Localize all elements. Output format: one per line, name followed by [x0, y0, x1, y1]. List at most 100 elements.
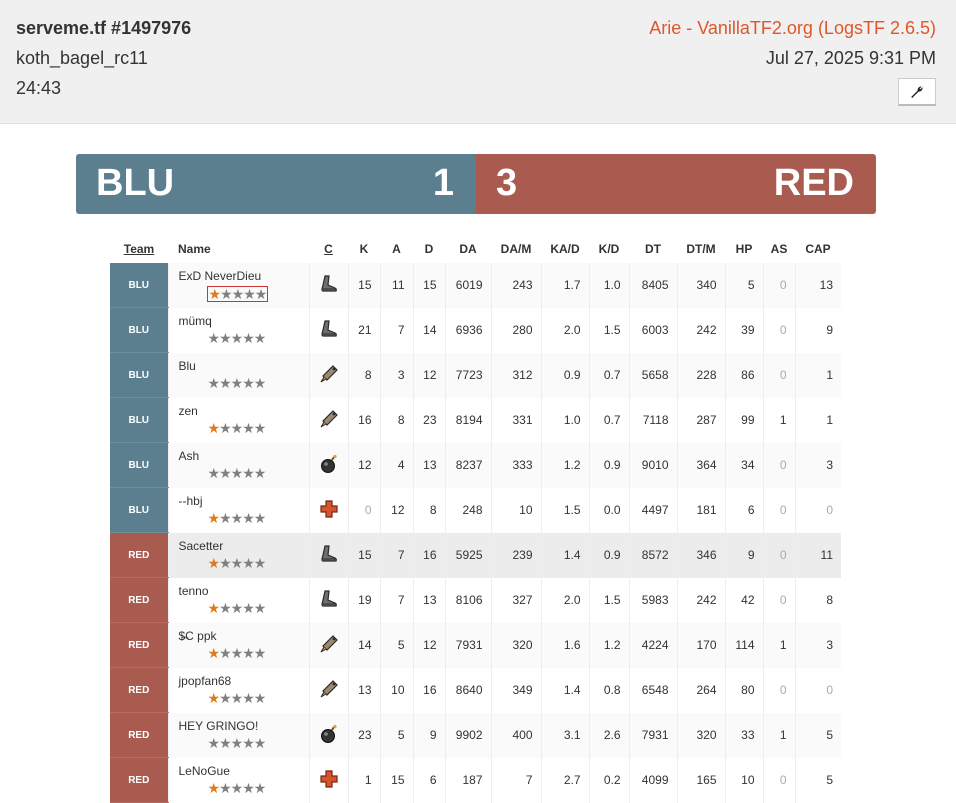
stat-damage-per-minute: 333 — [490, 442, 541, 488]
stat-damage-per-minute: 243 — [490, 263, 541, 308]
player-name-link[interactable]: HEY GRINGO! — [179, 719, 309, 733]
rating-stars[interactable]: ★ ★ ★ ★ ★ — [206, 286, 269, 302]
rating-stars[interactable]: ★ ★ ★ ★ ★ — [207, 376, 267, 390]
rating-stars[interactable]: ★ ★ ★ ★ ★ — [207, 736, 267, 750]
rating-stars[interactable]: ★ ★ ★ ★ ★ — [207, 601, 267, 615]
player-name-cell: mümq ★ ★ ★ ★ ★ — [167, 307, 309, 353]
star-icon: ★ — [219, 644, 232, 661]
stat-health-packs: 99 — [724, 397, 763, 443]
col-header-health-packs[interactable]: HP — [725, 235, 763, 263]
team-cell: BLU — [110, 442, 168, 488]
stat-kills: 13 — [347, 667, 380, 713]
stat-damage-taken-per-minute: 340 — [676, 263, 725, 308]
player-name-link[interactable]: Ash — [179, 449, 309, 463]
stat-damage: 8194 — [444, 397, 491, 443]
rating-stars[interactable]: ★ ★ ★ ★ ★ — [207, 331, 267, 345]
stat-kd: 0.9 — [588, 532, 629, 578]
rating-stars[interactable]: ★ ★ ★ ★ ★ — [207, 646, 267, 660]
rating-stars[interactable]: ★ ★ ★ ★ ★ — [207, 781, 267, 795]
team-label: RED — [128, 549, 150, 561]
stat-airshots: 1 — [762, 397, 795, 443]
col-header-damage[interactable]: DA — [445, 235, 491, 263]
col-header-damage-taken-per-minute[interactable]: DT/M — [677, 235, 725, 263]
stat-airshots: 0 — [762, 263, 795, 308]
player-name-link[interactable]: mümq — [179, 314, 309, 328]
stat-captures: 0 — [794, 667, 841, 713]
star-icon: ★ — [230, 509, 244, 526]
player-name-link[interactable]: jpopfan68 — [179, 674, 309, 688]
player-name-link[interactable]: $̶C ppk — [179, 629, 309, 643]
red-score-panel: 3 RED — [476, 154, 876, 214]
class-cell — [308, 352, 348, 398]
player-name-link[interactable]: Blu — [179, 359, 309, 373]
player-name-link[interactable]: zen — [179, 404, 309, 418]
star-icon: ★ — [219, 734, 232, 751]
stat-captures: 5 — [794, 757, 841, 803]
col-header-damage-per-minute[interactable]: DA/M — [491, 235, 541, 263]
class-cell — [308, 577, 348, 623]
stat-damage-per-minute: 327 — [490, 577, 541, 623]
star-icon: ★ — [243, 286, 256, 302]
star-icon: ★ — [208, 286, 222, 302]
star-icon: ★ — [230, 734, 244, 751]
tools-button[interactable] — [898, 78, 936, 106]
team-cell: BLU — [110, 307, 168, 353]
star-icon: ★ — [253, 419, 267, 436]
stat-airshots: 0 — [762, 307, 795, 353]
col-header-kills[interactable]: K — [348, 235, 380, 263]
stat-kills: 23 — [347, 712, 380, 758]
star-icon: ★ — [207, 329, 221, 346]
header-left: serveme.tf #1497976 koth_bagel_rc11 24:4… — [16, 17, 191, 99]
col-header-kad[interactable]: KA/D — [541, 235, 589, 263]
rating-stars[interactable]: ★ ★ ★ ★ ★ — [207, 556, 267, 570]
stat-kills: 8 — [347, 352, 380, 398]
player-name-link[interactable]: Sacetter — [179, 539, 309, 553]
rating-stars[interactable]: ★ ★ ★ ★ ★ — [207, 466, 267, 480]
rating-stars[interactable]: ★ ★ ★ ★ ★ — [207, 421, 267, 435]
star-icon: ★ — [242, 464, 255, 481]
stat-assists: 4 — [379, 442, 413, 488]
star-icon: ★ — [230, 554, 244, 571]
star-icon: ★ — [242, 554, 255, 571]
star-icon: ★ — [219, 464, 232, 481]
col-header-damage-taken[interactable]: DT — [629, 235, 677, 263]
player-name-link[interactable]: --hbj — [179, 494, 309, 508]
stat-kd: 0.7 — [588, 397, 629, 443]
player-stats-table: Team Name C K A D DA DA/M KA/D K/D DT DT… — [110, 235, 841, 803]
server-name-link[interactable]: Arie - VanillaTF2.org (LogsTF 2.6.5) — [649, 17, 936, 39]
match-duration: 24:43 — [16, 78, 62, 98]
stat-captures: 1 — [794, 397, 841, 443]
team-label: BLU — [128, 369, 150, 381]
rating-stars[interactable]: ★ ★ ★ ★ ★ — [207, 511, 267, 525]
stat-damage: 7723 — [444, 352, 491, 398]
soldier-class-icon — [319, 364, 339, 387]
soldier-class-icon — [319, 634, 339, 657]
col-header-team[interactable]: Team — [110, 235, 168, 263]
player-name-cell: jpopfan68 ★ ★ ★ ★ ★ — [167, 667, 309, 713]
team-label: BLU — [128, 324, 150, 336]
stat-kd: 0.8 — [588, 667, 629, 713]
col-header-assists[interactable]: A — [380, 235, 413, 263]
rating-stars[interactable]: ★ ★ ★ ★ ★ — [207, 691, 267, 705]
stat-deaths: 12 — [412, 622, 445, 668]
player-name-link[interactable]: tenno — [179, 584, 309, 598]
col-header-airshots[interactable]: AS — [763, 235, 795, 263]
col-header-class[interactable]: C — [309, 235, 348, 263]
stat-airshots: 0 — [762, 352, 795, 398]
stat-deaths: 13 — [412, 442, 445, 488]
team-cell: BLU — [110, 352, 168, 398]
star-icon: ★ — [207, 464, 221, 481]
star-icon: ★ — [207, 689, 221, 706]
col-header-captures[interactable]: CAP — [795, 235, 841, 263]
star-icon: ★ — [253, 509, 267, 526]
col-header-deaths[interactable]: D — [413, 235, 445, 263]
table-row: BLU zen ★ ★ ★ ★ ★ 16 8 23 8194 331 1.0 0.7 7118 287 9… — [110, 397, 841, 443]
player-name-link[interactable]: LeNoGue — [179, 764, 309, 778]
stat-kd: 0.9 — [588, 442, 629, 488]
star-icon: ★ — [242, 734, 255, 751]
team-label: BLU — [128, 504, 150, 516]
stat-assists: 7 — [379, 532, 413, 578]
player-name-link[interactable]: ExD NeverDieu — [179, 269, 309, 283]
stat-damage-per-minute: 312 — [490, 352, 541, 398]
col-header-kd[interactable]: K/D — [589, 235, 629, 263]
